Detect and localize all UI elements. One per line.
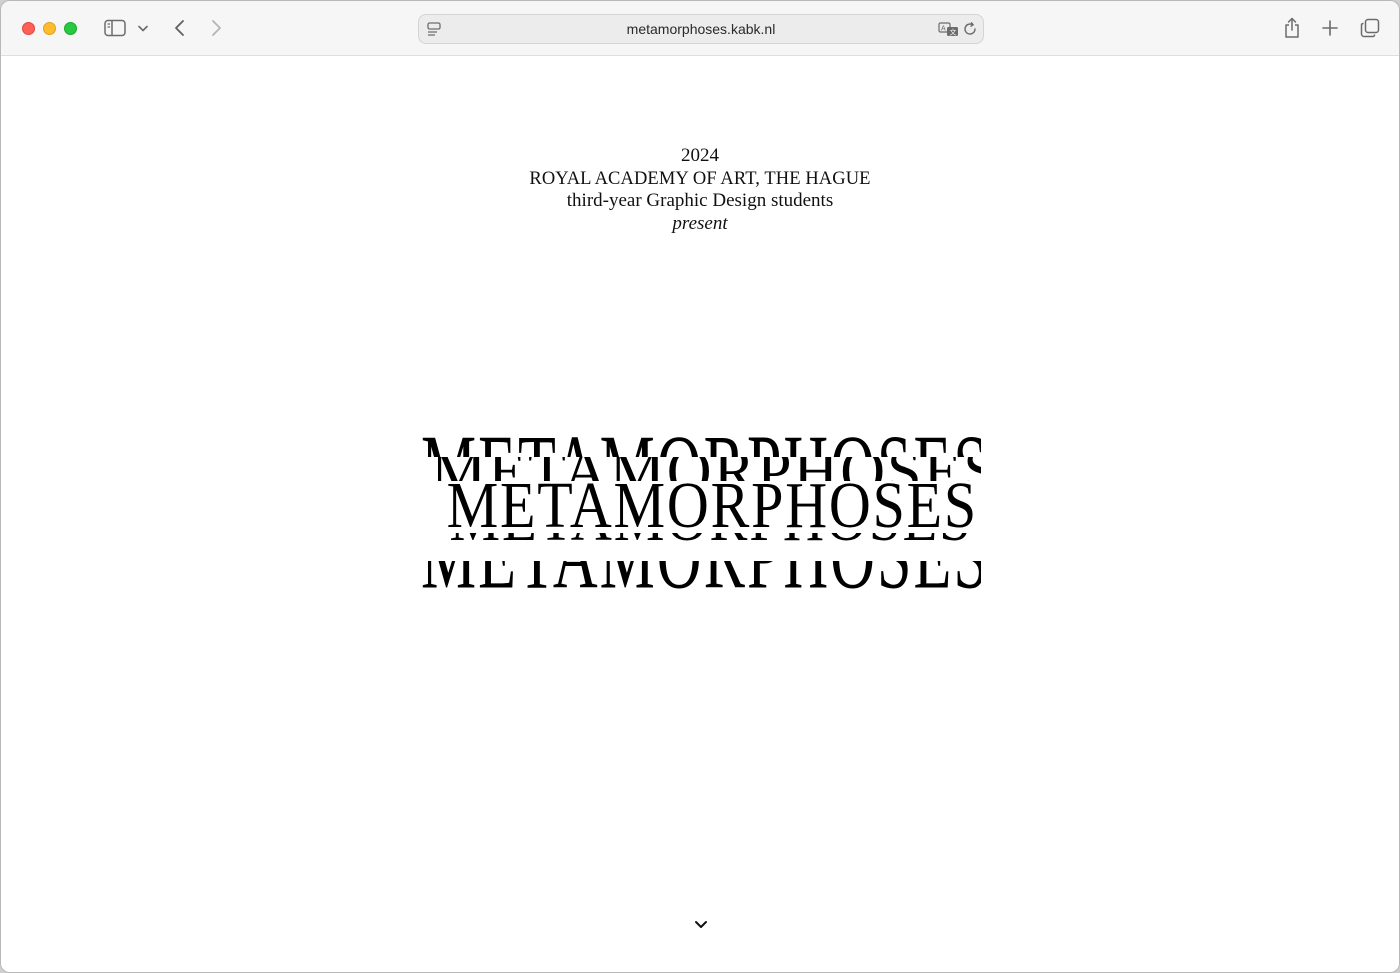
- svg-text:文: 文: [949, 27, 956, 36]
- title-slice-text: METAMORPHOSES: [421, 422, 981, 457]
- new-tab-icon[interactable]: [1320, 18, 1340, 38]
- url-text[interactable]: metamorphoses.kabk.nl: [419, 21, 983, 37]
- tab-overview-icon[interactable]: [1359, 17, 1381, 39]
- scroll-down-icon[interactable]: [691, 917, 711, 933]
- institution-name: ROYAL ACADEMY OF ART, THE HAGUE: [529, 168, 871, 189]
- title-slice: METAMORPHOSES: [421, 481, 973, 533]
- minimize-window-button[interactable]: [43, 22, 56, 35]
- title-slice-text: METAMORPHOSES: [449, 533, 970, 551]
- title-slice: METAMORPHOSES: [431, 457, 981, 481]
- title-slice: METAMORPHOSES: [427, 533, 981, 561]
- subtitle: third-year Graphic Design students: [566, 190, 834, 211]
- present-label: present: [672, 212, 728, 234]
- year: 2024: [681, 145, 719, 166]
- title-slice-text: METAMORPHOSES: [431, 457, 981, 481]
- title-slice-text: METAMORPHOSES: [421, 561, 981, 595]
- intro-block: 2024 ROYAL ACADEMY OF ART, THE HAGUE thi…: [1, 145, 1399, 235]
- chevron-down-icon[interactable]: [136, 21, 150, 35]
- metamorphoses-title: METAMORPHOSES METAMORPHOSES METAMORPHOSE…: [421, 419, 981, 599]
- title-slice-text: METAMORPHOSES: [446, 481, 973, 533]
- translate-icon[interactable]: A文: [937, 21, 959, 37]
- browser-toolbar: metamorphoses.kabk.nl A文: [1, 1, 1399, 56]
- address-bar[interactable]: metamorphoses.kabk.nl A文: [418, 14, 984, 44]
- web-page: 2024 ROYAL ACADEMY OF ART, THE HAGUE thi…: [1, 57, 1399, 972]
- reload-icon[interactable]: [962, 21, 978, 37]
- browser-window: metamorphoses.kabk.nl A文 2024 ROYAL ACAD…: [0, 0, 1400, 973]
- close-window-button[interactable]: [22, 22, 35, 35]
- svg-text:A: A: [941, 25, 946, 32]
- share-icon[interactable]: [1281, 15, 1303, 41]
- title-slice: METAMORPHOSES: [421, 419, 981, 457]
- sidebar-icon[interactable]: [102, 17, 128, 39]
- forward-icon[interactable]: [206, 17, 226, 39]
- maximize-window-button[interactable]: [64, 22, 77, 35]
- back-icon[interactable]: [169, 17, 189, 39]
- title-slice: METAMORPHOSES: [421, 561, 981, 595]
